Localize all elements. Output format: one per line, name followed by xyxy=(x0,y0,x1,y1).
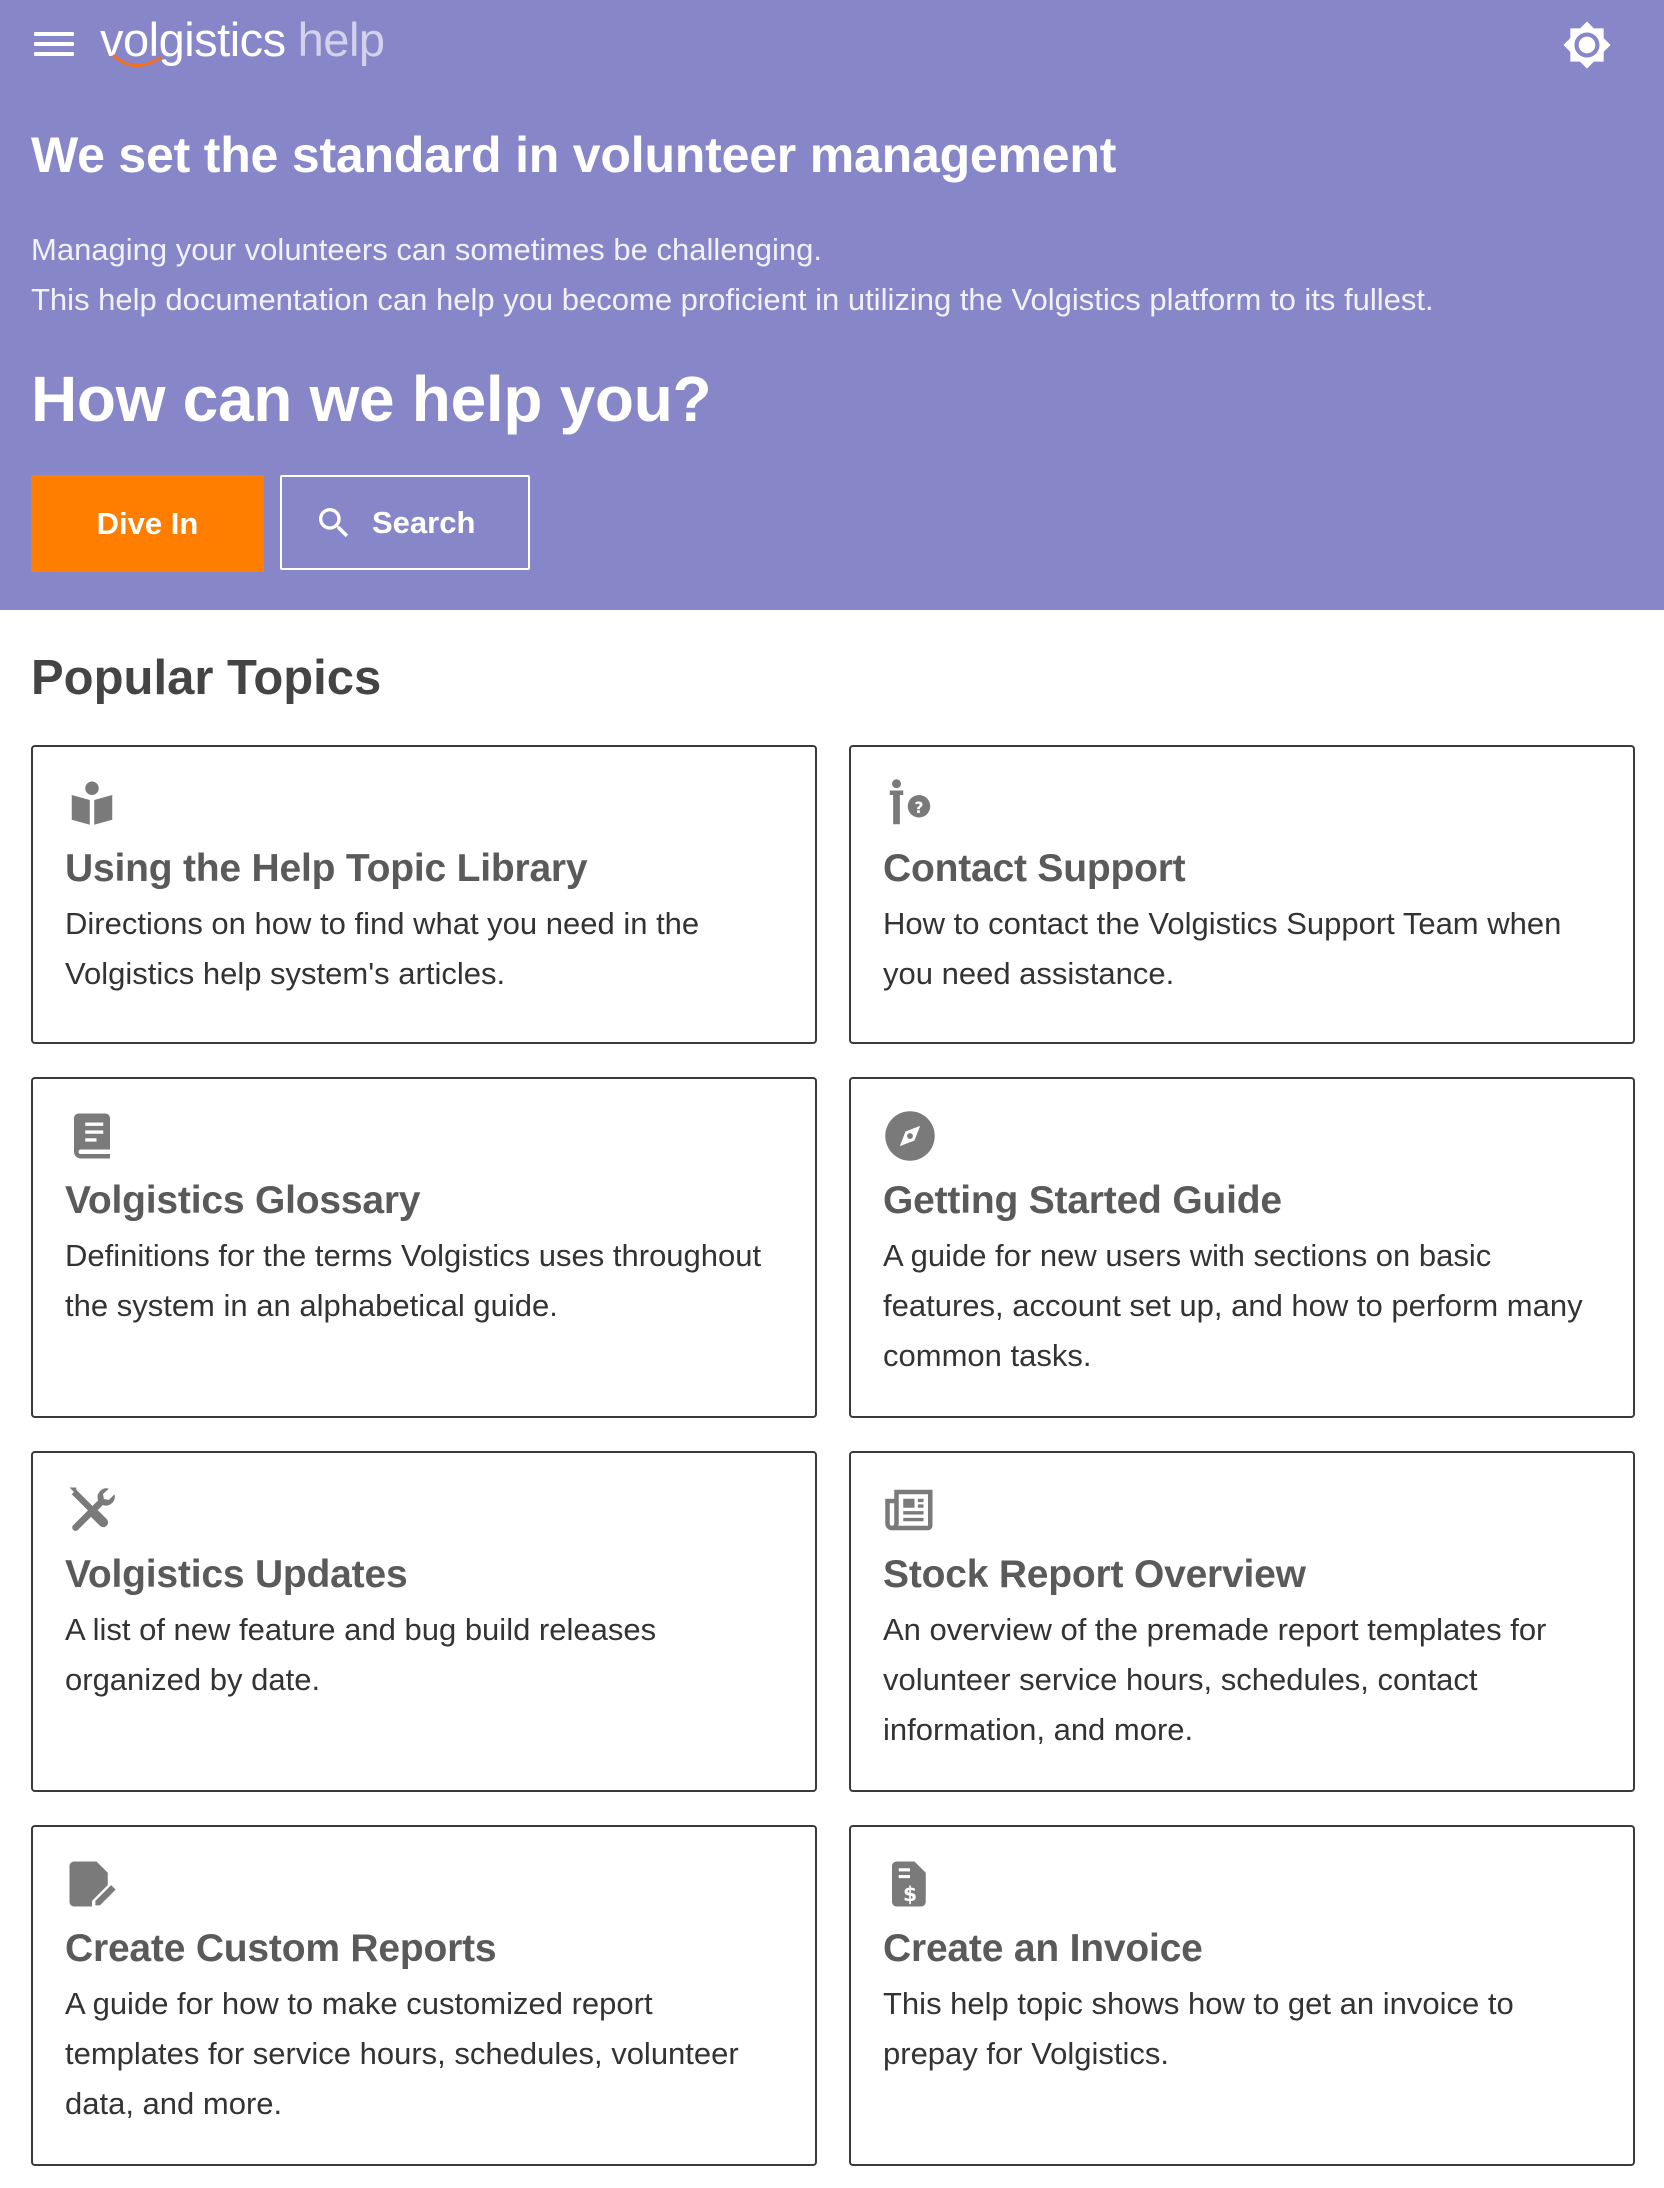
hamburger-menu-icon[interactable] xyxy=(34,28,74,60)
tools-icon xyxy=(65,1483,119,1537)
card-description: A guide for how to make customized repor… xyxy=(65,1986,739,2121)
card-description: Definitions for the terms Volgistics use… xyxy=(65,1238,762,1323)
search-button[interactable]: Search xyxy=(280,475,530,570)
topic-card-getting-started[interactable]: Getting Started Guide A guide for new us… xyxy=(849,1077,1635,1418)
popular-topics-title: Popular Topics xyxy=(31,651,382,705)
logo-swoosh-icon xyxy=(112,54,162,67)
topic-card-stock-report[interactable]: Stock Report Overview An overview of the… xyxy=(849,1451,1635,1792)
topic-card-invoice[interactable]: $ Create an Invoice This help topic show… xyxy=(849,1825,1635,2166)
topic-card-custom-reports[interactable]: Create Custom Reports A guide for how to… xyxy=(31,1825,817,2166)
edit-document-icon xyxy=(65,1857,119,1911)
compass-icon xyxy=(883,1109,937,1163)
hero-question: How can we help you? xyxy=(31,363,712,435)
card-description: A guide for new users with sections on b… xyxy=(883,1238,1583,1373)
glossary-book-icon xyxy=(65,1109,119,1163)
hero-intro-line-1: Managing your volunteers can sometimes b… xyxy=(31,232,822,267)
invoice-dollar-icon: $ xyxy=(883,1857,937,1911)
card-title: Create Custom Reports xyxy=(65,1927,497,1970)
card-title: Create an Invoice xyxy=(883,1927,1203,1970)
newspaper-icon xyxy=(883,1483,937,1537)
search-button-label: Search xyxy=(372,504,476,540)
card-description: A list of new feature and bug build rele… xyxy=(65,1612,657,1697)
logo-help-text: help xyxy=(297,13,385,66)
card-description: An overview of the premade report templa… xyxy=(883,1612,1547,1747)
card-description: This help topic shows how to get an invo… xyxy=(883,1986,1514,2071)
reading-book-icon xyxy=(65,777,119,831)
card-title: Contact Support xyxy=(883,847,1186,890)
top-bar: volgistics help xyxy=(0,0,1664,90)
hero-banner: volgistics help We set the standard in vo… xyxy=(0,0,1664,610)
support-person-question-icon: ? xyxy=(883,777,937,831)
card-title: Using the Help Topic Library xyxy=(65,847,588,890)
hero-headline: We set the standard in volunteer managem… xyxy=(31,127,1117,183)
card-title: Stock Report Overview xyxy=(883,1553,1306,1596)
topic-card-contact-support[interactable]: ? Contact Support How to contact the Vol… xyxy=(849,745,1635,1044)
topic-card-updates[interactable]: Volgistics Updates A list of new feature… xyxy=(31,1451,817,1792)
search-icon xyxy=(319,507,349,537)
svg-text:?: ? xyxy=(914,798,923,817)
card-title: Getting Started Guide xyxy=(883,1179,1282,1222)
card-title: Volgistics Glossary xyxy=(65,1179,421,1222)
topic-card-help-library[interactable]: Using the Help Topic Library Directions … xyxy=(31,745,817,1044)
topic-card-glossary[interactable]: Volgistics Glossary Definitions for the … xyxy=(31,1077,817,1418)
card-title: Volgistics Updates xyxy=(65,1553,408,1596)
dive-in-button[interactable]: Dive In xyxy=(31,475,264,572)
brightness-icon[interactable] xyxy=(1562,20,1612,70)
hero-intro-line-2: This help documentation can help you bec… xyxy=(31,282,1434,317)
site-logo[interactable]: volgistics help xyxy=(100,10,385,70)
card-description: How to contact the Volgistics Support Te… xyxy=(883,906,1562,991)
svg-text:$: $ xyxy=(903,1882,917,1906)
card-description: Directions on how to find what you need … xyxy=(65,906,700,991)
